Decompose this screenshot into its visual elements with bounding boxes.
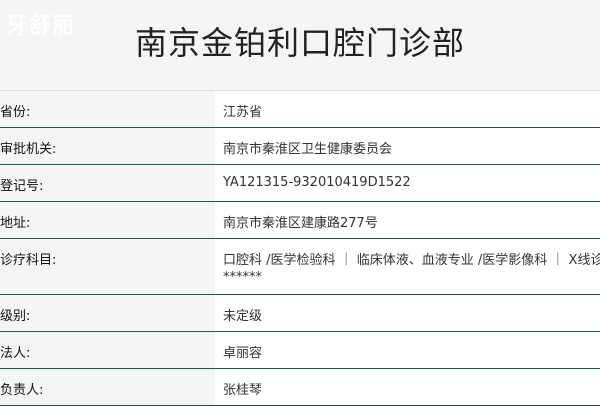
table-row: 省份: 江苏省 [0,91,600,128]
row-value-approval-authority: 南京市秦淮区卫生健康委员会 [215,128,600,164]
row-label-registration-number: 登记号: [0,165,215,201]
table-row: 诊疗科目: 口腔科 /医学检验科 ｜ 临床体液、血液专业 /医学影像科 ｜ X线… [0,239,600,295]
row-label-approval-authority: 审批机关: [0,128,215,164]
row-value-registration-number: YA121315-932010419D1522 [215,165,600,201]
departments-line-2: ****** [223,270,262,285]
page-title: 南京金铂利口腔门诊部 [134,24,465,62]
row-value-legal-person: 卓丽容 [215,332,600,368]
table-row: 审批机关: 南京市秦淮区卫生健康委员会 [0,128,600,165]
row-label-legal-person: 法人: [0,332,215,368]
departments-line-1: 口腔科 /医学检验科 ｜ 临床体液、血液专业 /医学影像科 ｜ X线诊断 [223,253,600,268]
row-value-level: 未定级 [215,295,600,331]
info-table: 省份: 江苏省 审批机关: 南京市秦淮区卫生健康委员会 登记号: YA12131… [0,90,600,406]
table-row: 法人: 卓丽容 [0,332,600,369]
row-value-province: 江苏省 [215,91,600,127]
row-label-province: 省份: [0,91,215,127]
table-row: 级别: 未定级 [0,295,600,332]
row-value-departments: 口腔科 /医学检验科 ｜ 临床体液、血液专业 /医学影像科 ｜ X线诊断 ***… [215,239,600,294]
row-value-address: 南京市秦淮区建康路277号 [215,202,600,238]
table-row: 负责人: 张桂琴 [0,369,600,406]
row-label-departments: 诊疗科目: [0,239,215,294]
table-row: 地址: 南京市秦淮区建康路277号 [0,202,600,239]
row-label-level: 级别: [0,295,215,331]
row-label-address: 地址: [0,202,215,238]
table-row: 登记号: YA121315-932010419D1522 [0,165,600,202]
